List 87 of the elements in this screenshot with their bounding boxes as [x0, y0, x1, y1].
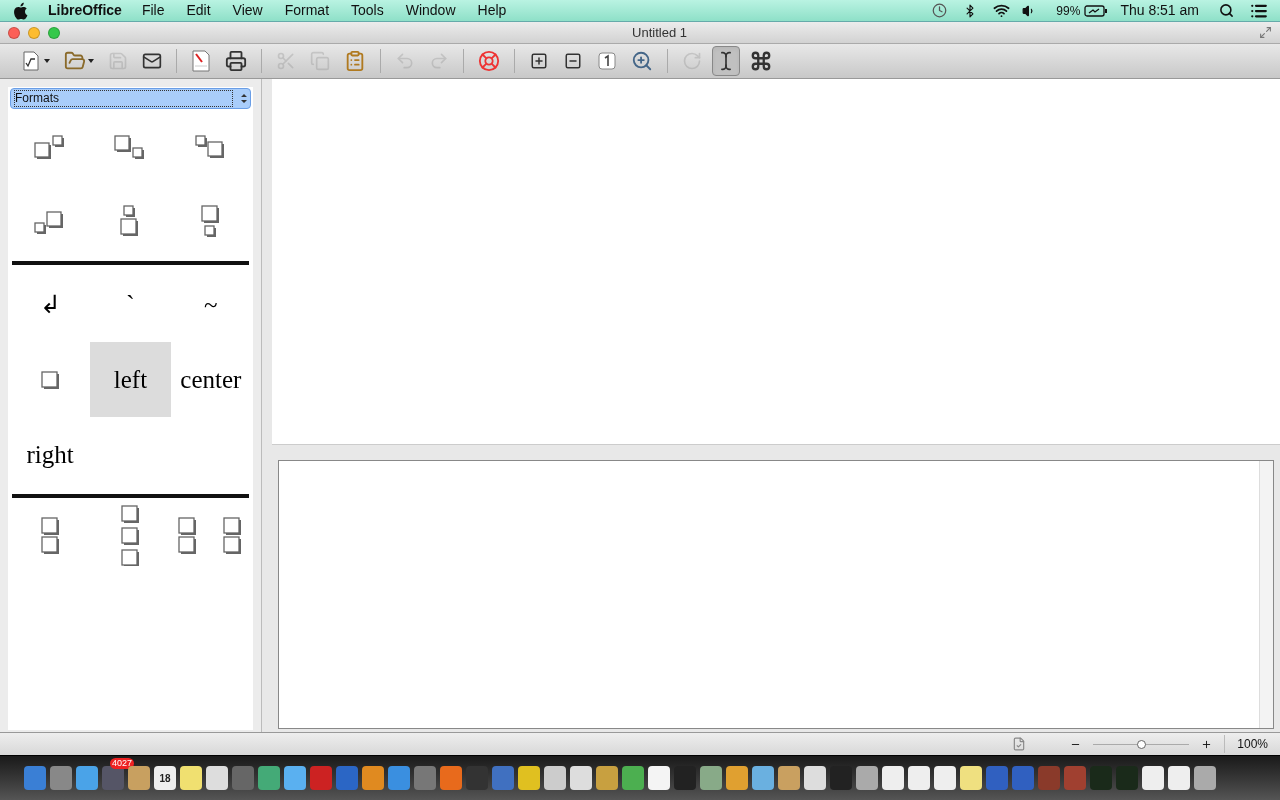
dock-app-icon[interactable] [596, 766, 618, 790]
dock-app-icon[interactable] [726, 766, 748, 790]
menu-item[interactable]: File [141, 0, 165, 21]
time-machine-icon[interactable] [932, 3, 948, 18]
zoom-in-icon [530, 52, 548, 70]
element-item[interactable]: right [10, 417, 91, 492]
undo-icon [395, 51, 415, 71]
life-buoy-icon [478, 50, 500, 72]
element-item[interactable]: center [170, 342, 251, 417]
element-item[interactable]: ` [90, 267, 171, 342]
zoom-button[interactable] [48, 26, 60, 39]
refresh-icon [682, 51, 702, 71]
dock-app-icon[interactable] [1142, 766, 1164, 790]
dock-app-icon[interactable] [414, 766, 436, 790]
dock-app-icon[interactable] [544, 766, 566, 790]
dock-app-icon[interactable] [180, 766, 202, 790]
wifi-icon[interactable] [993, 2, 1011, 19]
dock-app-icon[interactable] [206, 766, 228, 790]
save-icon [108, 51, 128, 71]
redo-icon [429, 51, 449, 71]
folder-icon [64, 50, 86, 72]
stepper-icon [241, 93, 247, 104]
dock-app-icon[interactable] [24, 766, 46, 790]
dock-app-icon[interactable] [128, 766, 150, 790]
search-icon[interactable] [1219, 3, 1234, 18]
dock-app-icon[interactable] [284, 766, 306, 790]
dock-app-icon[interactable] [700, 766, 722, 790]
dock-app-icon[interactable] [622, 766, 644, 790]
copy-icon [310, 51, 330, 71]
menu-item[interactable]: View [232, 0, 263, 21]
dock-app-icon[interactable] [570, 766, 592, 790]
category-select[interactable]: Formats [10, 88, 251, 109]
actual-size-icon [598, 52, 616, 70]
zoom-percent[interactable]: 100% [1224, 735, 1268, 753]
battery-charging-icon[interactable] [1084, 4, 1109, 17]
printer-icon [225, 50, 247, 72]
slider-thumb[interactable] [1137, 739, 1147, 749]
mail-app-icon[interactable] [102, 766, 124, 790]
dock-app-icon[interactable] [518, 766, 540, 790]
menu-item[interactable]: Tools [351, 0, 384, 21]
element-item[interactable]: left [90, 342, 171, 417]
new-formula-icon [20, 50, 42, 72]
dock-app-icon[interactable] [804, 766, 826, 790]
zoom-slider[interactable] [1093, 739, 1190, 749]
dock-app-icon[interactable] [310, 766, 332, 790]
dock-app-icon[interactable] [752, 766, 774, 790]
fullscreen-icon[interactable] [1259, 26, 1272, 39]
dock-app-icon[interactable] [778, 766, 800, 790]
menu-item[interactable]: Help [477, 0, 507, 21]
clipboard-icon [344, 50, 366, 72]
scissors-icon [276, 51, 296, 71]
dock-app-icon[interactable] [960, 766, 982, 790]
dock-app-icon[interactable] [934, 766, 956, 790]
element-item[interactable]: ↲ [10, 267, 91, 342]
menu-item[interactable]: Window [405, 0, 456, 21]
dock-app-icon[interactable] [856, 766, 878, 790]
menu-clock[interactable]: Thu 8:51 am [1120, 0, 1199, 21]
dock-app-icon[interactable] [1194, 766, 1216, 790]
dock-app-icon[interactable] [908, 766, 930, 790]
dock-app-icon[interactable] [882, 766, 904, 790]
dock-app-icon[interactable] [440, 766, 462, 790]
dock-app-icon[interactable] [362, 766, 384, 790]
pdf-icon [192, 50, 210, 72]
close-button[interactable] [8, 26, 20, 39]
dock-app-icon[interactable] [258, 766, 280, 790]
text-cursor-button[interactable] [712, 46, 740, 76]
dock-app-icon[interactable] [50, 766, 72, 790]
command-icon [750, 50, 772, 72]
dock-app-icon[interactable] [648, 766, 670, 790]
battery-percent[interactable]: 99% [1056, 1, 1081, 20]
menu-item[interactable]: Edit [186, 0, 211, 21]
element-item[interactable]: ~ [170, 267, 251, 342]
app-menu[interactable]: LibreOffice [48, 0, 122, 21]
window-title: Untitled 1 [631, 23, 688, 42]
dock-app-icon[interactable] [492, 766, 514, 790]
calendar-icon[interactable]: 18 [154, 766, 176, 790]
document-modified-icon [1012, 737, 1027, 751]
mail-icon [142, 51, 162, 71]
dock-app-icon[interactable] [1168, 766, 1190, 790]
zoom-in-icon[interactable] [1201, 738, 1213, 750]
dock-app-icon[interactable] [388, 766, 410, 790]
menu-item[interactable]: Format [284, 0, 330, 21]
minimize-button[interactable] [28, 26, 40, 39]
zoom-out-icon [564, 52, 582, 70]
apple-logo-icon[interactable] [12, 1, 28, 20]
dock-app-icon[interactable] [76, 766, 98, 790]
dock-app-icon[interactable] [336, 766, 358, 790]
